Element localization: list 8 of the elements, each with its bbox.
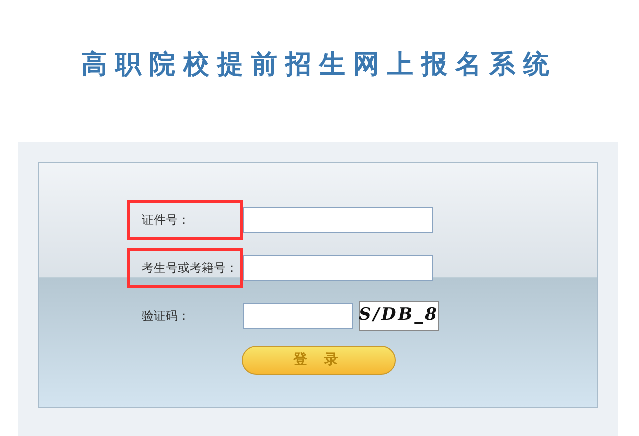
input-field[interactable] <box>243 303 353 329</box>
field-label: 验证码： <box>141 308 191 325</box>
field-label: 考生号或考籍号： <box>127 248 243 288</box>
captcha-image[interactable]: S/DB_8 <box>359 301 439 331</box>
field-label: 证件号： <box>127 200 243 240</box>
page-title: 高职院校提前招生网上报名系统 <box>80 49 558 82</box>
input-field[interactable] <box>243 207 433 233</box>
input-field[interactable] <box>243 255 433 281</box>
